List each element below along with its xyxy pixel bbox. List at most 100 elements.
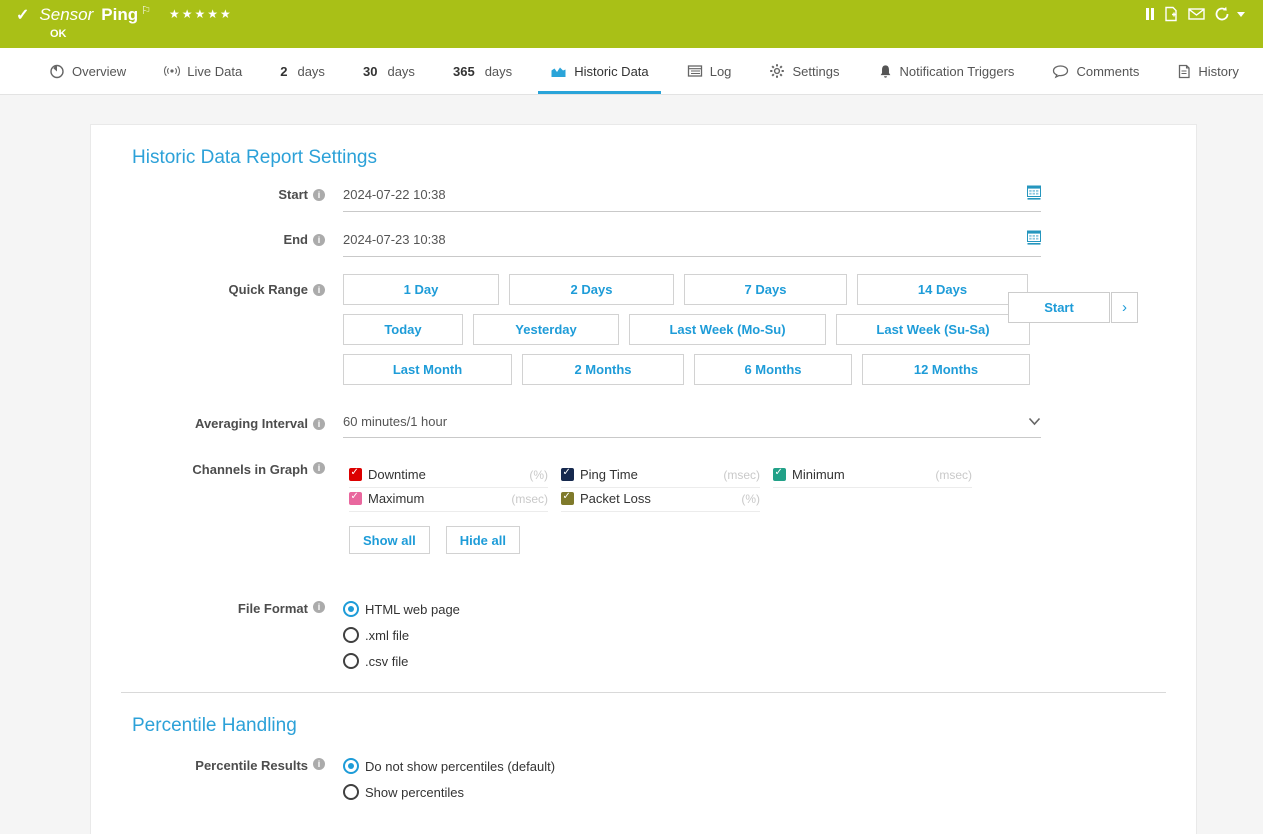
channel-downtime[interactable]: Downtime (%)	[349, 467, 548, 488]
comment-icon	[1052, 64, 1069, 79]
pause-icon[interactable]	[1146, 8, 1154, 20]
averaging-interval-select[interactable]: 60 minutes/1 hour	[343, 414, 1041, 438]
channels-row: Channels in Graph i Downtime (%) Ping Ti…	[132, 458, 1196, 554]
quick-range-today[interactable]: Today	[343, 314, 463, 345]
channel-unit: (%)	[741, 492, 760, 506]
page-background: Historic Data Report Settings Start i 20…	[0, 95, 1263, 834]
channel-label: Downtime	[368, 467, 426, 482]
info-icon[interactable]: i	[313, 462, 325, 474]
hide-all-button[interactable]: Hide all	[446, 526, 520, 554]
radio-unselected[interactable]	[343, 653, 359, 669]
chart-icon	[550, 64, 567, 79]
sensor-header: ✓ Sensor Ping ⚐ ★★★★★ OK	[0, 0, 1263, 48]
flag-icon[interactable]: ⚐	[141, 4, 151, 17]
info-icon[interactable]: i	[313, 418, 325, 430]
chevron-right-icon[interactable]: ›	[1111, 292, 1138, 323]
channel-label: Ping Time	[580, 467, 638, 482]
checkbox-checked[interactable]	[561, 468, 574, 481]
radio-label: Do not show percentiles (default)	[365, 759, 555, 774]
checkbox-checked[interactable]	[561, 492, 574, 505]
tab-notification-triggers[interactable]: Notification Triggers	[874, 48, 1019, 94]
channel-minimum[interactable]: Minimum (msec)	[773, 467, 972, 488]
chevron-down-icon	[1028, 414, 1041, 429]
channels-label: Channels in Graph	[192, 462, 308, 477]
quick-range-last-week-su-sa[interactable]: Last Week (Su-Sa)	[836, 314, 1030, 345]
percentile-results-row: Percentile Results i Do not show percent…	[132, 753, 1196, 805]
end-date-input[interactable]: 2024-07-23 10:38	[343, 230, 1041, 257]
info-icon[interactable]: i	[313, 284, 325, 296]
file-format-csv-option[interactable]: .csv file	[343, 648, 1041, 674]
quick-range-1-day[interactable]: 1 Day	[343, 274, 499, 305]
file-format-xml-option[interactable]: .xml file	[343, 622, 1041, 648]
tab-history[interactable]: History	[1173, 48, 1242, 94]
start-date-input[interactable]: 2024-07-22 10:38	[343, 185, 1041, 212]
percentile-off-option[interactable]: Do not show percentiles (default)	[343, 753, 1041, 779]
file-format-html-option[interactable]: HTML web page	[343, 596, 1041, 622]
tab-label: Live Data	[187, 64, 242, 79]
settings-card: Historic Data Report Settings Start i 20…	[90, 124, 1197, 834]
channel-maximum[interactable]: Maximum (msec)	[349, 491, 548, 512]
report-icon[interactable]	[1163, 6, 1179, 22]
tab-bar: Overview Live Data 2 days 30 days 365 da…	[0, 48, 1263, 95]
tab-comments[interactable]: Comments	[1048, 48, 1143, 94]
channel-unit: (msec)	[511, 492, 548, 506]
radio-selected[interactable]	[343, 601, 359, 617]
radio-unselected[interactable]	[343, 627, 359, 643]
end-date-value: 2024-07-23 10:38	[343, 232, 446, 247]
tab-label: Settings	[792, 64, 839, 79]
channel-unit: (msec)	[723, 468, 760, 482]
caret-down-icon[interactable]	[1237, 12, 1245, 17]
quick-range-2-days[interactable]: 2 Days	[509, 274, 674, 305]
quick-range-6-months[interactable]: 6 Months	[694, 354, 852, 385]
file-format-row: File Format i HTML web page .xml file .c…	[132, 596, 1196, 674]
tab-log[interactable]: Log	[683, 48, 736, 94]
mail-icon[interactable]	[1188, 7, 1205, 21]
tab-overview[interactable]: Overview	[45, 48, 130, 94]
tab-30-days[interactable]: 30 days	[359, 48, 419, 94]
info-icon[interactable]: i	[313, 189, 325, 201]
calendar-icon[interactable]	[1027, 185, 1041, 203]
tab-live-data[interactable]: Live Data	[160, 48, 246, 94]
tab-label: Notification Triggers	[900, 64, 1015, 79]
info-icon[interactable]: i	[313, 601, 325, 613]
quick-range-label: Quick Range	[229, 282, 308, 297]
priority-stars[interactable]: ★★★★★	[169, 7, 233, 21]
tab-label: days	[297, 64, 324, 79]
calendar-icon[interactable]	[1027, 230, 1041, 248]
quick-range-yesterday[interactable]: Yesterday	[473, 314, 619, 345]
radio-label: .xml file	[365, 628, 409, 643]
radio-unselected[interactable]	[343, 784, 359, 800]
quick-range-14-days[interactable]: 14 Days	[857, 274, 1028, 305]
quick-range-last-week-mo-su[interactable]: Last Week (Mo-Su)	[629, 314, 826, 345]
channel-label: Minimum	[792, 467, 845, 482]
quick-range-12-months[interactable]: 12 Months	[862, 354, 1030, 385]
tab-365-days[interactable]: 365 days	[449, 48, 516, 94]
tab-number: 2	[280, 64, 287, 79]
radio-label: .csv file	[365, 654, 408, 669]
quick-range-2-months[interactable]: 2 Months	[522, 354, 684, 385]
quick-range-7-days[interactable]: 7 Days	[684, 274, 847, 305]
refresh-icon[interactable]	[1214, 6, 1230, 22]
end-label: End	[283, 232, 308, 247]
channel-ping-time[interactable]: Ping Time (msec)	[561, 467, 760, 488]
quick-range-row: Quick Range i 1 Day 2 Days 7 Days 14 Day…	[132, 274, 1196, 385]
tab-2-days[interactable]: 2 days	[276, 48, 329, 94]
tab-historic-data[interactable]: Historic Data	[546, 48, 652, 94]
checkbox-checked[interactable]	[773, 468, 786, 481]
channel-packet-loss[interactable]: Packet Loss (%)	[561, 491, 760, 512]
show-all-button[interactable]: Show all	[349, 526, 430, 554]
percentile-on-option[interactable]: Show percentiles	[343, 779, 1041, 805]
info-icon[interactable]: i	[313, 758, 325, 770]
checkbox-checked[interactable]	[349, 468, 362, 481]
tab-settings[interactable]: Settings	[765, 48, 843, 94]
tab-label: days	[485, 64, 512, 79]
averaging-interval-value: 60 minutes/1 hour	[343, 414, 447, 429]
radio-selected[interactable]	[343, 758, 359, 774]
quick-range-last-month[interactable]: Last Month	[343, 354, 512, 385]
checkbox-checked[interactable]	[349, 492, 362, 505]
end-row: End i 2024-07-23 10:38	[132, 230, 1196, 257]
start-report-button-group: Start ›	[1008, 292, 1138, 323]
info-icon[interactable]: i	[313, 234, 325, 246]
sensor-status-badge: OK	[50, 28, 67, 40]
start-report-button[interactable]: Start	[1008, 292, 1110, 323]
